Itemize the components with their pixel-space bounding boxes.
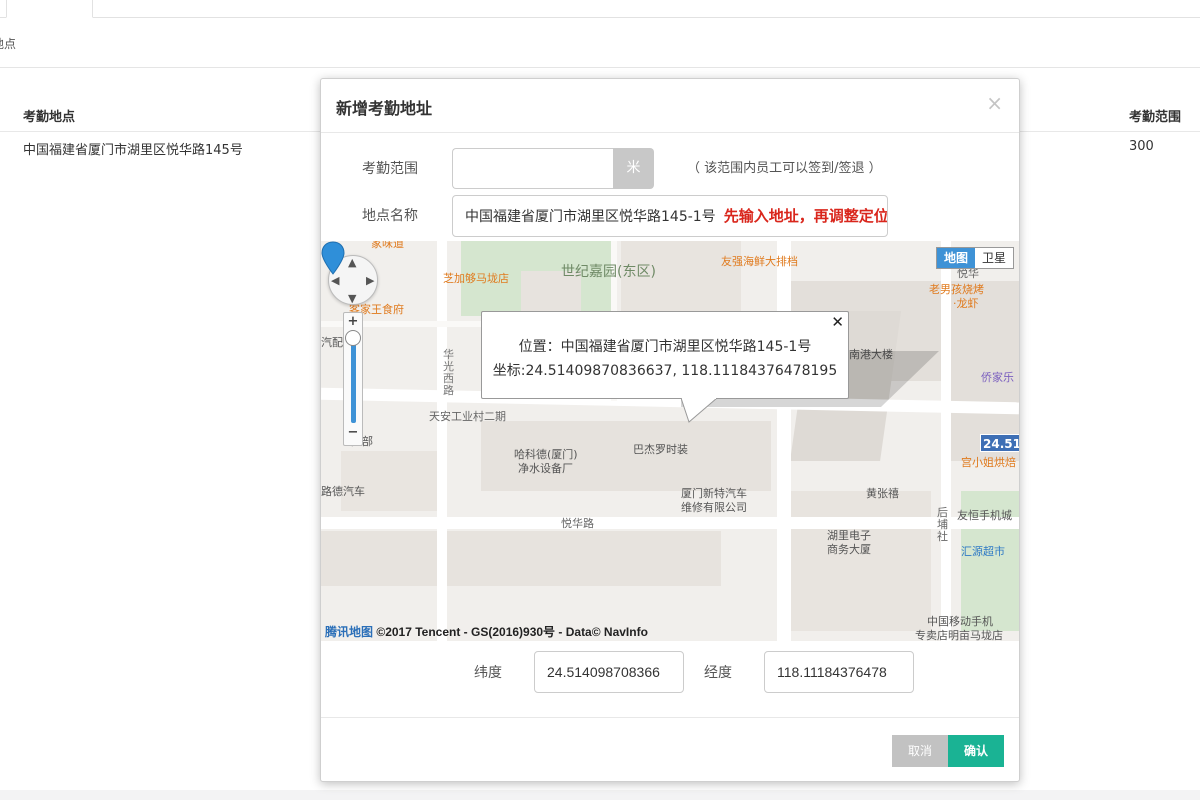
map-poi: 友强海鲜大排档 [721, 255, 798, 268]
column-header-location: 考勤地点 [23, 110, 76, 125]
map-road: 天安工业村二期 [429, 410, 506, 423]
chevron-down-icon[interactable]: ▼ [348, 292, 356, 305]
map-road: 悦华路 [561, 517, 594, 530]
table-cell-range: 300 [1129, 139, 1154, 154]
range-unit: 米 [613, 148, 654, 189]
map-type-toggle: 地图 卫星 [935, 247, 1014, 269]
map-poi: 汇源超市 [961, 545, 1005, 558]
dialog-header: 新增考勤地址 × [321, 79, 1019, 133]
map-poi: ·龙虾 [953, 297, 979, 310]
table-cell-location: 中国福建省厦门市湖里区悦华路145号 [23, 143, 243, 158]
longitude-label: 经度 [704, 665, 732, 681]
chevron-right-icon[interactable]: ▶ [366, 274, 374, 287]
zoom-slider-handle[interactable] [345, 330, 361, 346]
map-poi: 维修有限公司 [681, 501, 747, 514]
range-input-group: 米 [452, 148, 654, 189]
section-label: 地点 [0, 37, 17, 51]
range-label: 考勤范围 [362, 161, 418, 177]
map-info-window: 位置：中国福建省厦门市湖里区悦华路145-1号 坐标:24.5140987083… [481, 311, 849, 399]
page-footer [0, 790, 1200, 800]
map-poi: 友恒手机城 [957, 509, 1012, 522]
close-icon[interactable]: × [986, 93, 1003, 113]
map-road: 后埔社 [937, 506, 948, 543]
map-copyright: 腾讯地图 ©2017 Tencent - GS(2016)930号 - Data… [325, 623, 648, 640]
copyright-text: ©2017 Tencent - GS(2016)930号 - Data© Nav… [376, 625, 648, 639]
map-poi: 汽配 [321, 336, 343, 349]
location-name-label: 地点名称 [362, 208, 418, 224]
zoom-out-button[interactable]: − [344, 425, 362, 440]
map-poi: 芝加够马垅店 [443, 272, 509, 285]
cancel-button[interactable]: 取消 [892, 735, 948, 767]
divider [0, 67, 1200, 68]
location-pin-icon[interactable] [321, 241, 345, 275]
dialog-footer-divider [321, 717, 1019, 718]
map-poi: 侨家乐 [981, 371, 1014, 384]
map-poi: 路德汽车 [321, 485, 365, 498]
map-poi: 宫小姐烘焙 [961, 456, 1016, 469]
map-type-map[interactable]: 地图 [936, 248, 975, 268]
info-window-tail [681, 398, 718, 423]
map-road: 华光西路 [443, 348, 454, 397]
column-header-range: 考勤范围 [1129, 110, 1182, 125]
info-address: 位置：中国福建省厦门市湖里区悦华路145-1号 [518, 339, 812, 355]
zoom-in-button[interactable]: + [344, 314, 362, 329]
map-poi: 专卖店明亩马垅店 [915, 629, 1003, 641]
map-poi: 家味道 [371, 241, 404, 250]
range-hint: （ 该范围内员工可以签到/签退 ） [687, 161, 882, 176]
latitude-input[interactable]: 24.514098708366 [534, 651, 684, 693]
map-view[interactable]: 家味道 芝加够马垅店 世纪嘉园(东区) 友强海鲜大排档 客家王食府 老男孩烧烤 … [321, 241, 1019, 641]
location-name-input[interactable]: 中国福建省厦门市湖里区悦华路145-1号先输入地址，再调整定位位置 [452, 195, 888, 237]
tab-bar [0, 0, 1200, 18]
map-zoom-control: + − [343, 312, 363, 446]
tab-active[interactable] [6, 0, 93, 18]
zoom-track[interactable] [351, 335, 356, 423]
map-poi: 商务大厦 [827, 543, 871, 556]
close-icon[interactable]: ✕ [831, 313, 844, 331]
chevron-up-icon[interactable]: ▲ [348, 256, 356, 269]
map-poi: 世纪嘉园(东区) [561, 264, 656, 280]
add-attendance-dialog: 新增考勤地址 × 考勤范围 米 （ 该范围内员工可以签到/签退 ） 地点名称 中… [320, 78, 1020, 782]
coordinate-tag: 24.514 [980, 434, 1019, 452]
location-name-tip: 先输入地址，再调整定位位置 [723, 207, 888, 225]
dialog-title: 新增考勤地址 [336, 99, 433, 118]
map-poi: 黄张禧 [866, 487, 899, 500]
info-coordinates: 坐标:24.51409870836637, 118.11184376478195 [492, 363, 838, 379]
map-poi: 巴杰罗时装 [633, 443, 688, 456]
map-poi: 净水设备厂 [518, 462, 573, 475]
chevron-left-icon[interactable]: ◀ [331, 274, 339, 287]
confirm-button[interactable]: 确认 [948, 735, 1004, 767]
longitude-input[interactable]: 118.11184376478 [764, 651, 914, 693]
range-input[interactable] [452, 148, 614, 189]
latitude-label: 纬度 [474, 665, 502, 681]
map-type-satellite[interactable]: 卫星 [975, 248, 1013, 268]
location-name-value: 中国福建省厦门市湖里区悦华路145-1号 [465, 209, 716, 225]
tencent-map-logo: 腾讯地图 [325, 625, 374, 639]
